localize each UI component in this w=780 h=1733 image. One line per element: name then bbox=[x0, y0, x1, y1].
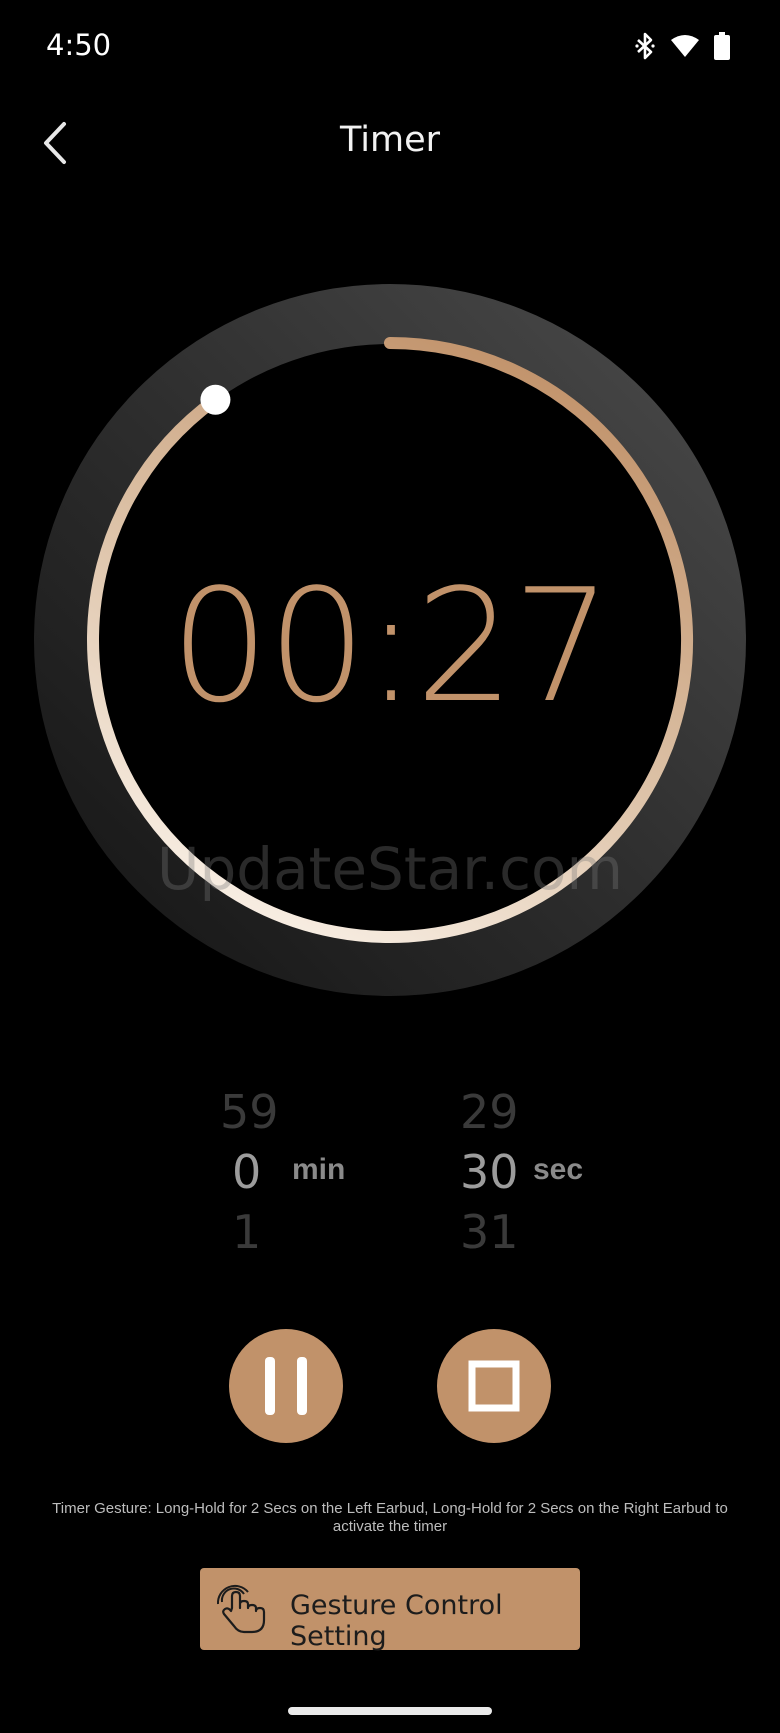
bluetooth-icon bbox=[634, 32, 656, 65]
dial-handle bbox=[200, 384, 231, 415]
gesture-hint-text: Timer Gesture: Long-Hold for 2 Secs on t… bbox=[52, 1500, 728, 1535]
second-current-value[interactable]: 30 bbox=[460, 1145, 519, 1199]
stop-icon bbox=[468, 1360, 520, 1412]
second-prev-value[interactable]: 29 bbox=[460, 1085, 519, 1139]
page-title: Timer bbox=[339, 120, 441, 160]
minute-next-value[interactable]: 1 bbox=[232, 1205, 261, 1259]
hand-tap-icon bbox=[216, 1584, 270, 1634]
status-icons bbox=[634, 32, 730, 65]
minute-unit-label: min bbox=[292, 1153, 346, 1186]
minute-picker[interactable]: 59 0 min 1 bbox=[200, 1085, 400, 1275]
timer-display: 00:27 bbox=[170, 555, 612, 737]
second-picker[interactable]: 29 30 sec 31 bbox=[440, 1085, 640, 1275]
stop-button[interactable] bbox=[437, 1329, 551, 1443]
pause-icon bbox=[265, 1357, 307, 1415]
second-unit-label: sec bbox=[533, 1153, 584, 1186]
minute-prev-value[interactable]: 59 bbox=[220, 1085, 279, 1139]
minute-current-value[interactable]: 0 bbox=[232, 1145, 261, 1199]
gesture-control-setting-button[interactable]: Gesture Control Setting bbox=[200, 1568, 580, 1652]
wifi-icon bbox=[670, 34, 700, 63]
home-indicator[interactable] bbox=[288, 1707, 492, 1715]
watermark: UpdateStar.com bbox=[157, 835, 623, 903]
pause-button[interactable] bbox=[229, 1329, 343, 1443]
second-next-value[interactable]: 31 bbox=[460, 1205, 519, 1259]
gesture-control-setting-label: Gesture Control Setting bbox=[290, 1590, 503, 1652]
battery-icon bbox=[714, 32, 730, 65]
status-time: 4:50 bbox=[46, 28, 112, 62]
status-bar: 4:50 bbox=[0, 0, 780, 96]
